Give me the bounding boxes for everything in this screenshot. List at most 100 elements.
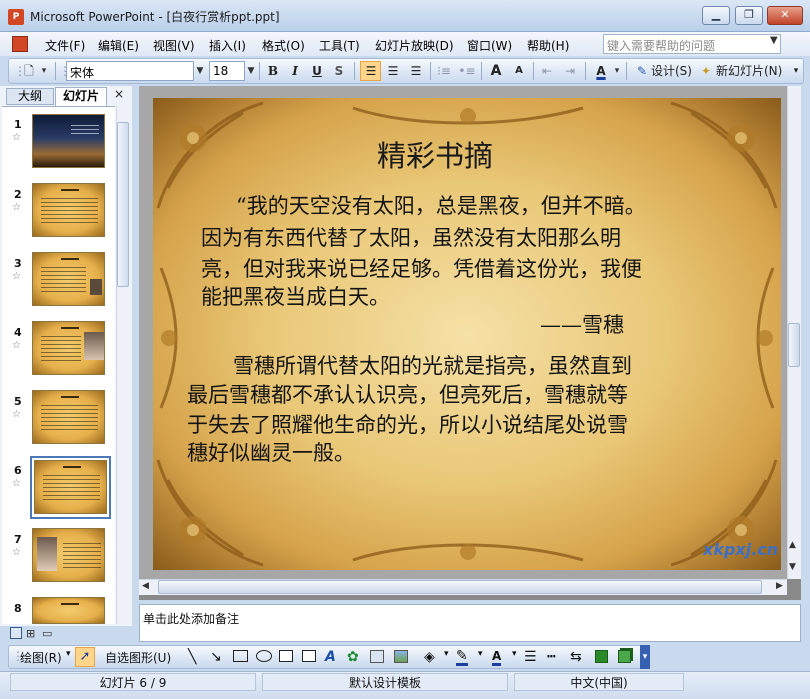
notes-placeholder[interactable]: 单击此处添加备注	[143, 610, 239, 627]
slide-thumbnail[interactable]	[32, 252, 105, 306]
next-slide-icon[interactable]: ▼	[789, 562, 796, 572]
text-color-icon[interactable]: A	[492, 649, 502, 666]
toolbar-grip-icon[interactable]: ⋮	[14, 61, 26, 81]
design-button[interactable]: 设计(S)	[651, 61, 693, 81]
fill-color-dropdown-icon[interactable]: ▾	[444, 649, 449, 659]
help-search-input[interactable]: 键入需要帮助的问题	[603, 34, 781, 54]
font-size-dropdown-icon[interactable]: ▼	[245, 61, 257, 81]
document-icon[interactable]	[12, 36, 28, 52]
font-size-field[interactable]: 18	[209, 61, 245, 81]
toolbar-options-icon[interactable]: ▾	[791, 61, 801, 81]
font-name-dropdown-icon[interactable]: ▼	[194, 61, 206, 81]
wordart-icon[interactable]: A	[325, 649, 336, 665]
vertical-text-box-icon[interactable]	[302, 650, 316, 662]
restore-button[interactable]: ❐	[735, 6, 763, 25]
fill-color-icon[interactable]: ◈	[424, 649, 435, 665]
slide-sorter-view-icon[interactable]: ⊞	[26, 627, 35, 640]
line-style-icon[interactable]: ☰	[524, 649, 537, 665]
dash-style-icon[interactable]: ┅	[547, 649, 555, 665]
slide-thumbnail[interactable]	[32, 183, 105, 237]
bold-button[interactable]: B	[264, 61, 282, 81]
line-tool-icon[interactable]: ╲	[188, 649, 196, 665]
new-slide-button[interactable]: 新幻灯片(N)	[716, 61, 786, 81]
numbering-icon[interactable]: ⁝≡	[435, 61, 453, 81]
oval-tool-icon[interactable]	[256, 650, 272, 662]
paragraph-1-line[interactable]: 因为有东西代替了太阳，虽然没有太阳那么明	[201, 222, 621, 252]
align-center-icon[interactable]: ☰	[384, 61, 402, 81]
previous-slide-icon[interactable]: ▲	[789, 540, 796, 550]
font-color-dropdown-icon[interactable]: ▾	[611, 61, 623, 81]
text-box-icon[interactable]	[279, 650, 293, 662]
menu-file[interactable]: 文件(F)	[45, 37, 85, 54]
powerpoint-app-icon[interactable]: P	[8, 9, 24, 25]
menu-help[interactable]: 帮助(H)	[527, 37, 569, 54]
draw-menu-dropdown-icon[interactable]: ▾	[66, 649, 71, 659]
align-right-icon[interactable]: ☰	[407, 61, 425, 81]
paragraph-1-line[interactable]: 亮，但对我来说已经足够。凭借着这份光，我便	[201, 253, 642, 283]
slide-thumbnail[interactable]	[32, 321, 105, 375]
decrease-indent-icon[interactable]: ⇤	[538, 61, 556, 81]
line-color-dropdown-icon[interactable]: ▾	[478, 649, 483, 659]
new-document-icon[interactable]: 🗋	[20, 61, 38, 81]
paragraph-2-line[interactable]: 穗好似幽灵一般。	[187, 437, 355, 467]
slide-thumbnail[interactable]	[32, 528, 105, 582]
text-color-dropdown-icon[interactable]: ▾	[512, 649, 517, 659]
menu-view[interactable]: 视图(V)	[153, 37, 195, 54]
scroll-left-icon[interactable]: ◀	[142, 581, 149, 591]
bullets-icon[interactable]: •≡	[458, 61, 476, 81]
diagram-icon[interactable]: ✿	[347, 649, 359, 665]
menu-slideshow[interactable]: 幻灯片放映(D)	[375, 37, 454, 54]
close-button[interactable]: ✕	[767, 6, 803, 25]
thumbnail-scrollbar-thumb[interactable]	[117, 122, 129, 287]
slide-thumbnail[interactable]	[32, 390, 105, 444]
panel-close-icon[interactable]: ×	[114, 87, 124, 101]
font-color-button[interactable]: A	[592, 61, 610, 81]
slideshow-view-icon[interactable]: ▭	[42, 627, 52, 640]
italic-button[interactable]: I	[286, 61, 304, 81]
rectangle-tool-icon[interactable]	[233, 650, 248, 662]
shrink-font-button[interactable]: A	[510, 61, 528, 81]
scroll-right-icon[interactable]: ▶	[776, 581, 783, 591]
menu-edit[interactable]: 编辑(E)	[98, 37, 139, 54]
tab-slides[interactable]: 幻灯片	[55, 87, 107, 106]
slide-thumbnail-selected[interactable]	[34, 460, 107, 514]
new-dropdown-icon[interactable]: ▾	[38, 61, 50, 81]
grow-font-button[interactable]: A	[487, 61, 505, 81]
status-language[interactable]: 中文(中国)	[514, 673, 684, 691]
draw-menu-button[interactable]: 绘图(R)	[20, 649, 62, 666]
menu-insert[interactable]: 插入(I)	[209, 37, 246, 54]
editor-horizontal-scrollbar-thumb[interactable]	[158, 580, 762, 594]
help-dropdown-arrow-icon[interactable]: ▼	[770, 35, 778, 46]
select-pointer-icon[interactable]: ➚	[75, 647, 95, 667]
menu-format[interactable]: 格式(O)	[262, 37, 305, 54]
increase-indent-icon[interactable]: ⇥	[561, 61, 579, 81]
editor-vertical-scrollbar-thumb[interactable]	[788, 323, 800, 367]
slide-title[interactable]: 精彩书摘	[377, 133, 493, 175]
arrow-style-icon[interactable]: ⇆	[570, 649, 582, 665]
shadow-button[interactable]: S	[330, 61, 348, 81]
attribution[interactable]: ——雪穗	[540, 309, 624, 339]
menu-window[interactable]: 窗口(W)	[467, 37, 512, 54]
arrow-tool-icon[interactable]: ↘	[210, 649, 222, 665]
paragraph-2-line[interactable]: 最后雪穗都不承认认识亮，但亮死后，雪穗就等	[187, 379, 628, 409]
3d-style-icon[interactable]	[618, 650, 631, 663]
paragraph-2-line[interactable]: 雪穗所谓代替太阳的光就是指亮，虽然直到	[233, 350, 632, 380]
normal-view-icon[interactable]	[10, 627, 22, 639]
slide-thumbnail[interactable]	[32, 597, 105, 624]
paragraph-1-line[interactable]: 能把黑夜当成白天。	[201, 281, 390, 311]
tab-outline[interactable]: 大纲	[6, 88, 54, 105]
slide-thumbnail[interactable]	[32, 114, 105, 168]
minimize-button[interactable]: ▁	[702, 6, 730, 25]
insert-picture-icon[interactable]	[394, 650, 408, 663]
toolbar-grip-icon[interactable]: ⋮	[59, 61, 71, 81]
menu-tools[interactable]: 工具(T)	[319, 37, 360, 54]
toolbar-options-icon[interactable]: ▾	[640, 645, 650, 669]
underline-button[interactable]: U	[308, 61, 326, 81]
status-design-template[interactable]: 默认设计模板	[262, 673, 508, 691]
autoshapes-button[interactable]: 自选图形(U)	[105, 649, 171, 666]
paragraph-1-line[interactable]: “我的天空没有太阳，总是黑夜，但并不暗。	[236, 190, 646, 220]
font-name-field[interactable]: 宋体	[66, 61, 194, 81]
clip-art-icon[interactable]	[370, 650, 384, 663]
paragraph-2-line[interactable]: 于失去了照耀他生命的光，所以小说结尾处说雪	[187, 409, 628, 439]
line-color-icon[interactable]: ✎	[456, 649, 468, 666]
